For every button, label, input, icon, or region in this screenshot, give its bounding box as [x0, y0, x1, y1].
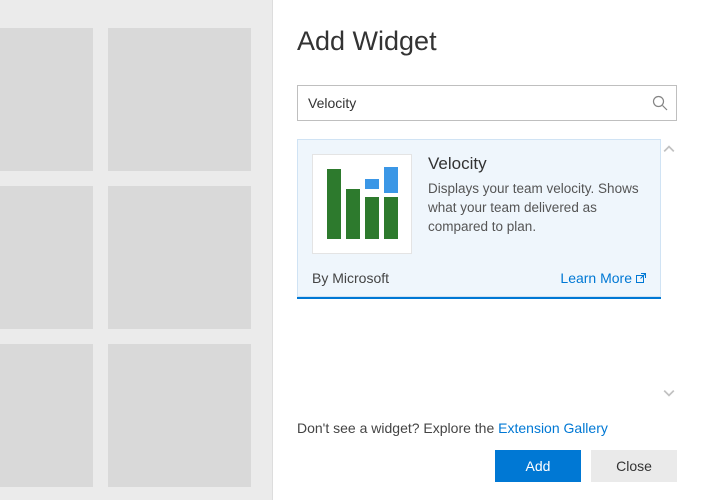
widget-publisher: By Microsoft [312, 270, 389, 286]
widget-title: Velocity [428, 154, 646, 174]
panel-title: Add Widget [297, 26, 677, 57]
scroll-down-icon[interactable] [663, 387, 675, 399]
add-widget-panel: Add Widget [272, 0, 701, 500]
dashboard-canvas [0, 0, 272, 500]
selection-underline [297, 297, 661, 299]
widget-thumbnail [312, 154, 412, 254]
results-list: Velocity Displays your team velocity. Sh… [297, 139, 661, 403]
panel-footer: Don't see a widget? Explore the Extensio… [273, 403, 701, 500]
dashboard-tile[interactable] [108, 28, 251, 171]
add-button[interactable]: Add [495, 450, 581, 482]
learn-more-link[interactable]: Learn More [560, 270, 646, 286]
widget-card-velocity[interactable]: Velocity Displays your team velocity. Sh… [297, 139, 661, 297]
results-scrollbar[interactable] [661, 139, 677, 403]
extension-gallery-link[interactable]: Extension Gallery [498, 420, 608, 436]
widget-description: Displays your team velocity. Shows what … [428, 180, 646, 237]
dashboard-tile[interactable] [0, 28, 93, 171]
footer-prompt: Don't see a widget? Explore the Extensio… [297, 420, 677, 436]
external-link-icon [636, 273, 646, 283]
dashboard-tile[interactable] [108, 186, 251, 329]
dashboard-tile[interactable] [108, 344, 251, 487]
close-button[interactable]: Close [591, 450, 677, 482]
dashboard-tile[interactable] [0, 186, 93, 329]
search-input[interactable] [308, 95, 652, 111]
scroll-up-icon[interactable] [663, 143, 675, 155]
dashboard-tile[interactable] [0, 344, 93, 487]
widget-search[interactable] [297, 85, 677, 121]
search-icon [652, 95, 668, 111]
